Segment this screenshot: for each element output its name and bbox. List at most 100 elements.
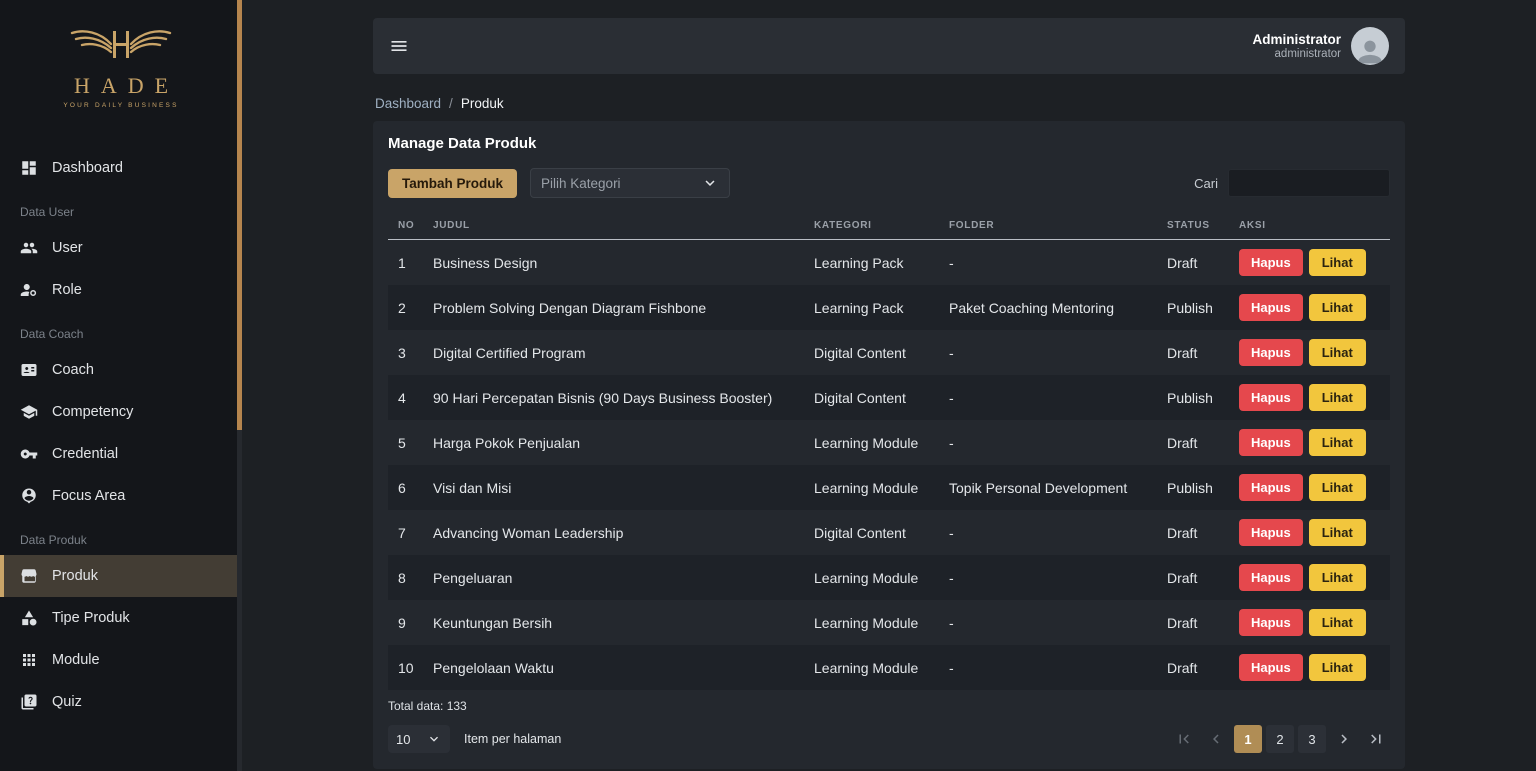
delete-button[interactable]: Hapus xyxy=(1239,249,1303,276)
cell-folder: - xyxy=(949,255,1167,271)
delete-button[interactable]: Hapus xyxy=(1239,339,1303,366)
sidebar-item-module[interactable]: Module xyxy=(0,639,242,681)
view-button[interactable]: Lihat xyxy=(1309,384,1366,411)
sidebar-section-data-user: Data User xyxy=(0,189,242,227)
cell-no: 8 xyxy=(388,570,433,586)
page-number-buttons: 123 xyxy=(1234,725,1326,753)
page-button-1[interactable]: 1 xyxy=(1234,725,1262,753)
hamburger-menu-icon[interactable] xyxy=(389,36,409,56)
view-button[interactable]: Lihat xyxy=(1309,654,1366,681)
table-row: 7 Advancing Woman Leadership Digital Con… xyxy=(388,510,1390,555)
chevron-right-icon xyxy=(1335,730,1353,748)
last-page-icon xyxy=(1367,730,1385,748)
table-row: 2 Problem Solving Dengan Diagram Fishbon… xyxy=(388,285,1390,330)
cell-actions: Hapus Lihat xyxy=(1239,294,1390,321)
sidebar-item-dashboard[interactable]: Dashboard xyxy=(0,147,242,189)
cell-status: Draft xyxy=(1167,615,1239,631)
delete-button[interactable]: Hapus xyxy=(1239,564,1303,591)
cell-actions: Hapus Lihat xyxy=(1239,474,1390,501)
view-button[interactable]: Lihat xyxy=(1309,609,1366,636)
delete-button[interactable]: Hapus xyxy=(1239,294,1303,321)
avatar[interactable] xyxy=(1351,27,1389,65)
cell-judul: Business Design xyxy=(433,255,814,271)
page-button-2[interactable]: 2 xyxy=(1266,725,1294,753)
view-button[interactable]: Lihat xyxy=(1309,474,1366,501)
delete-button[interactable]: Hapus xyxy=(1239,429,1303,456)
prev-page-button[interactable] xyxy=(1202,725,1230,753)
column-header: KATEGORI xyxy=(814,220,949,231)
next-page-button[interactable] xyxy=(1330,725,1358,753)
sidebar-section-data-coach: Data Coach xyxy=(0,311,242,349)
sidebar-item-produk[interactable]: Produk xyxy=(0,555,242,597)
category-select[interactable]: Pilih Kategori xyxy=(530,168,730,198)
cell-status: Draft xyxy=(1167,345,1239,361)
category-icon xyxy=(20,609,38,627)
cell-no: 10 xyxy=(388,660,433,676)
table-row: 4 90 Hari Percepatan Bisnis (90 Days Bus… xyxy=(388,375,1390,420)
sidebar-item-coach[interactable]: Coach xyxy=(0,349,242,391)
breadcrumb-produk: Produk xyxy=(461,96,504,111)
page-title: Manage Data Produk xyxy=(388,135,1390,152)
table-row: 10 Pengelolaan Waktu Learning Module - D… xyxy=(388,645,1390,690)
column-header: AKSI xyxy=(1239,220,1390,231)
cell-no: 1 xyxy=(388,255,433,271)
sidebar-item-credential[interactable]: Credential xyxy=(0,433,242,475)
sidebar-item-tipe-produk[interactable]: Tipe Produk xyxy=(0,597,242,639)
add-produk-button[interactable]: Tambah Produk xyxy=(388,169,517,198)
cell-no: 5 xyxy=(388,435,433,451)
view-button[interactable]: Lihat xyxy=(1309,339,1366,366)
sidebar-item-quiz[interactable]: Quiz xyxy=(0,681,242,723)
cell-folder: - xyxy=(949,615,1167,631)
delete-button[interactable]: Hapus xyxy=(1239,654,1303,681)
person-gear-icon xyxy=(20,281,38,299)
sidebar-scrollbar[interactable] xyxy=(237,0,242,771)
table-header-row: NO JUDUL KATEGORI FOLDER STATUS AKSI xyxy=(388,212,1390,240)
people-icon xyxy=(20,239,38,257)
cell-no: 4 xyxy=(388,390,433,406)
cell-judul: Visi dan Misi xyxy=(433,480,814,496)
sidebar-item-label: Credential xyxy=(52,446,118,462)
cell-folder: - xyxy=(949,390,1167,406)
sidebar-item-role[interactable]: Role xyxy=(0,269,242,311)
sidebar-nav: Dashboard Data User User Role Data Coach… xyxy=(0,147,242,723)
cell-kategori: Learning Pack xyxy=(814,300,949,316)
delete-button[interactable]: Hapus xyxy=(1239,474,1303,501)
cell-no: 3 xyxy=(388,345,433,361)
delete-button[interactable]: Hapus xyxy=(1239,519,1303,546)
per-page-select[interactable]: 10 xyxy=(388,725,450,753)
search-input[interactable] xyxy=(1228,169,1390,197)
view-button[interactable]: Lihat xyxy=(1309,429,1366,456)
table-row: 5 Harga Pokok Penjualan Learning Module … xyxy=(388,420,1390,465)
table-row: 9 Keuntungan Bersih Learning Module - Dr… xyxy=(388,600,1390,645)
cell-judul: 90 Hari Percepatan Bisnis (90 Days Busin… xyxy=(433,390,814,406)
chevron-left-icon xyxy=(1207,730,1225,748)
cell-kategori: Learning Pack xyxy=(814,255,949,271)
delete-button[interactable]: Hapus xyxy=(1239,609,1303,636)
cell-kategori: Learning Module xyxy=(814,660,949,676)
delete-button[interactable]: Hapus xyxy=(1239,384,1303,411)
cell-judul: Digital Certified Program xyxy=(433,345,814,361)
view-button[interactable]: Lihat xyxy=(1309,294,1366,321)
page-button-3[interactable]: 3 xyxy=(1298,725,1326,753)
cell-status: Publish xyxy=(1167,480,1239,496)
view-button[interactable]: Lihat xyxy=(1309,564,1366,591)
sidebar-item-label: Tipe Produk xyxy=(52,610,130,626)
user-info: Administrator administrator xyxy=(1252,32,1341,60)
sidebar-item-focus-area[interactable]: Focus Area xyxy=(0,475,242,517)
last-page-button[interactable] xyxy=(1362,725,1390,753)
sidebar-item-competency[interactable]: Competency xyxy=(0,391,242,433)
first-page-button[interactable] xyxy=(1170,725,1198,753)
cell-actions: Hapus Lihat xyxy=(1239,339,1390,366)
view-button[interactable]: Lihat xyxy=(1309,249,1366,276)
sidebar-scrollbar-thumb[interactable] xyxy=(237,0,242,430)
manage-produk-panel: Manage Data Produk Tambah Produk Pilih K… xyxy=(373,121,1405,769)
sidebar-item-user[interactable]: User xyxy=(0,227,242,269)
table-row: 3 Digital Certified Program Digital Cont… xyxy=(388,330,1390,375)
cell-actions: Hapus Lihat xyxy=(1239,519,1390,546)
sidebar-item-label: Module xyxy=(52,652,100,668)
cell-judul: Harga Pokok Penjualan xyxy=(433,435,814,451)
total-data-label: Total data: 133 xyxy=(388,699,1390,713)
breadcrumb-dashboard[interactable]: Dashboard xyxy=(375,96,441,111)
sidebar-item-label: Dashboard xyxy=(52,160,123,176)
view-button[interactable]: Lihat xyxy=(1309,519,1366,546)
